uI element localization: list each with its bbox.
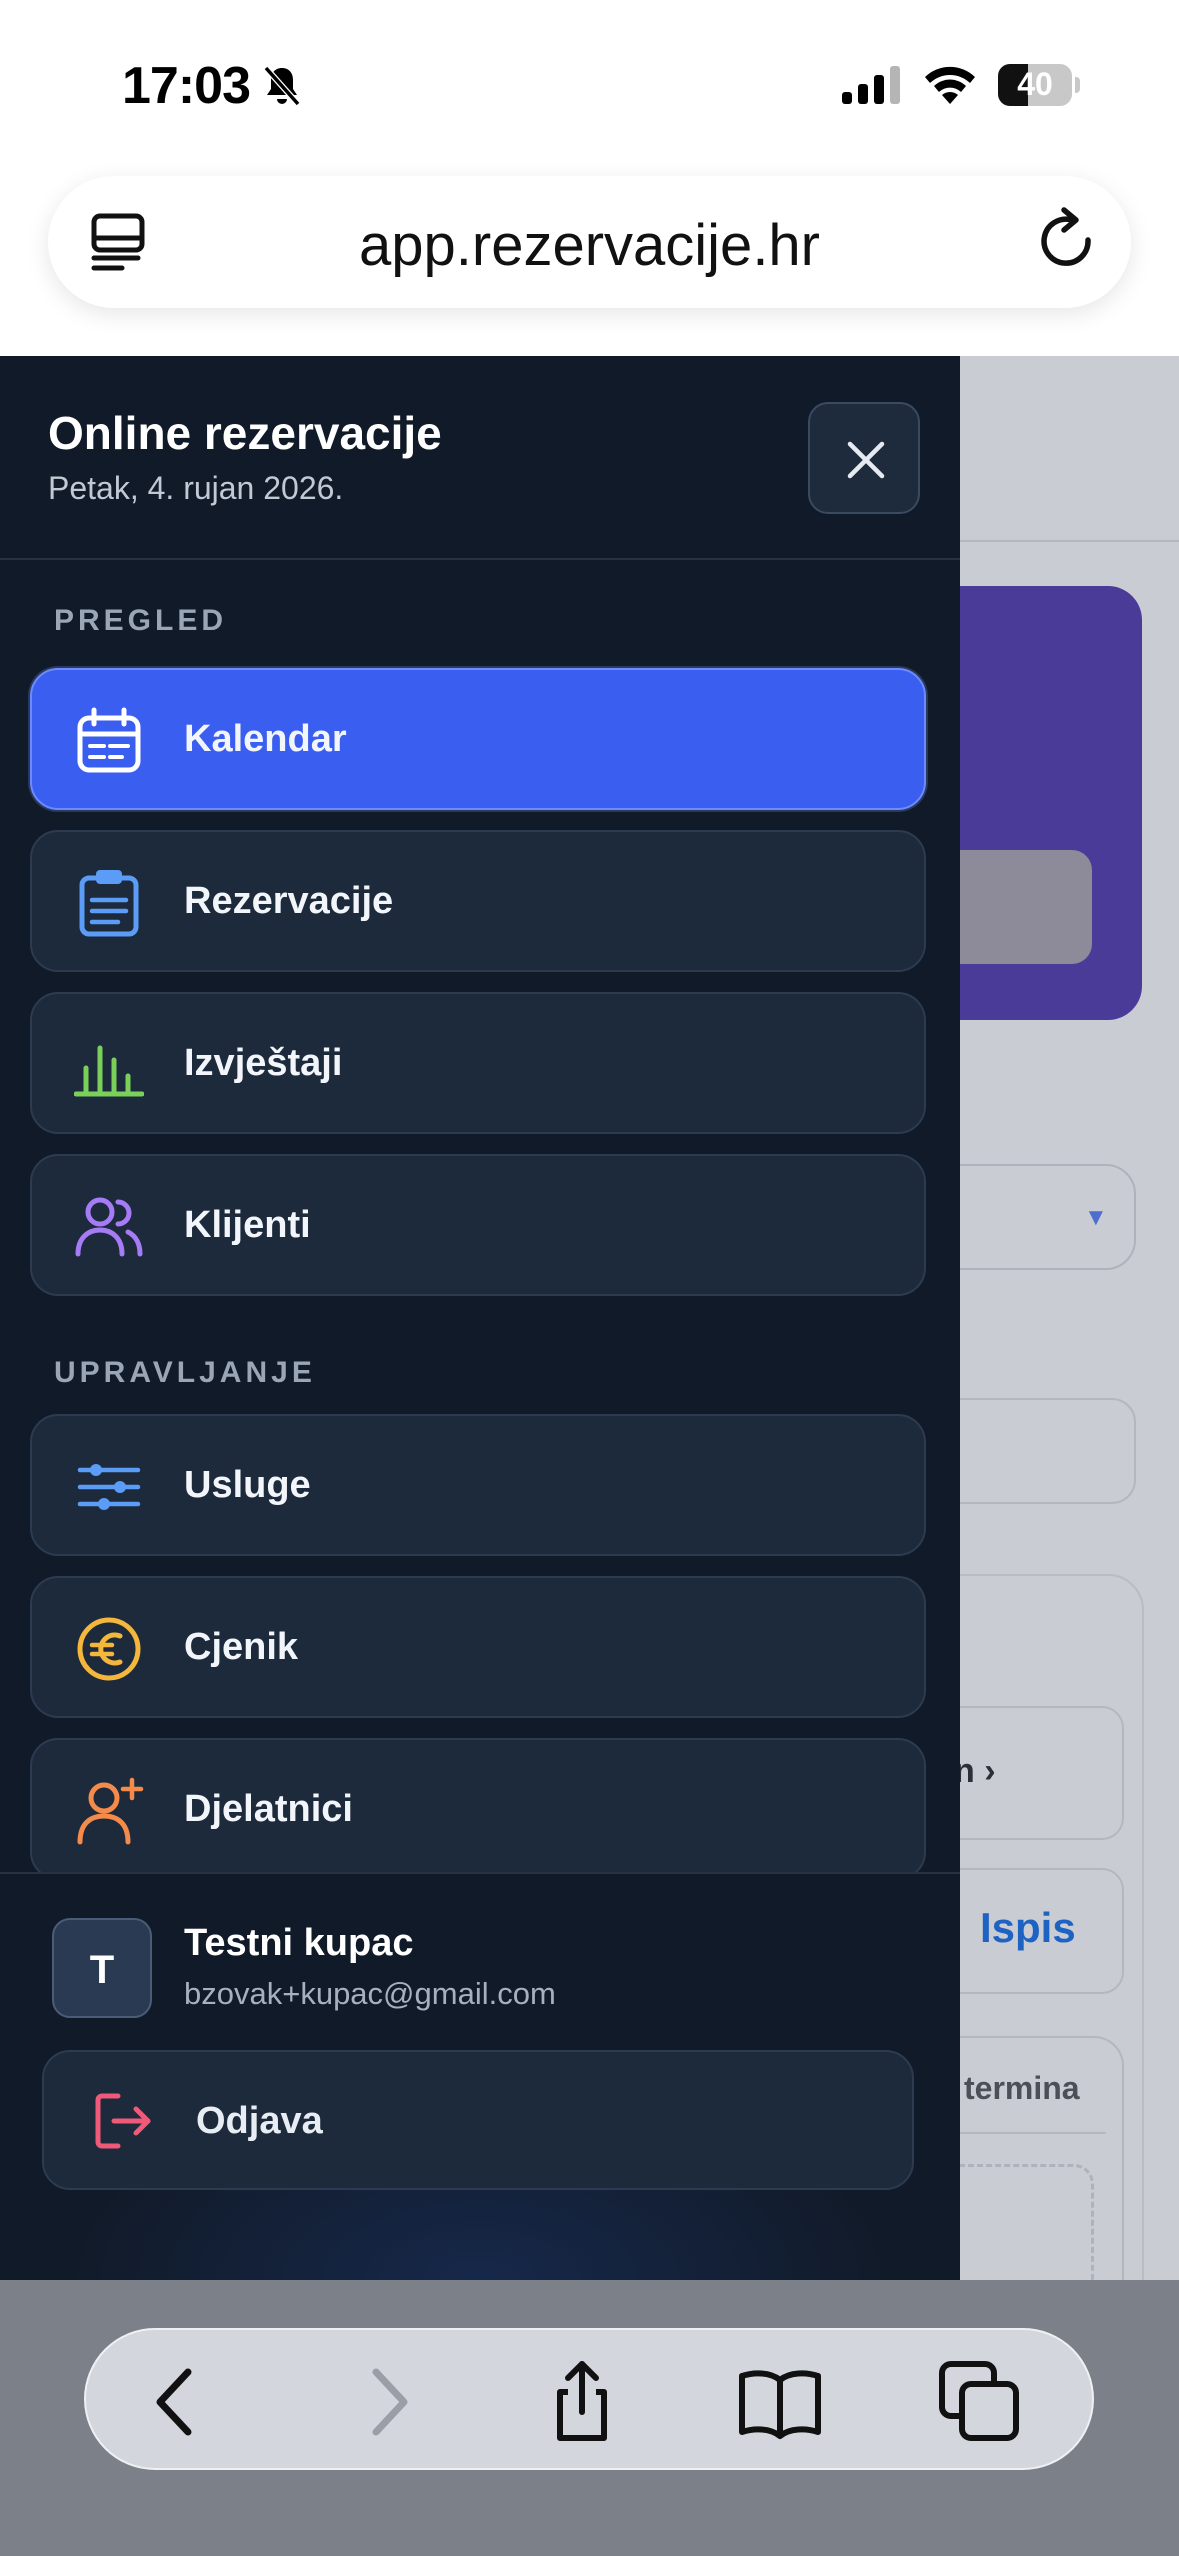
euro-icon — [77, 1617, 141, 1681]
clipboard-icon — [79, 870, 139, 937]
tabs-icon[interactable] — [938, 2360, 1022, 2444]
drawer-title: Online rezervacije — [48, 407, 442, 459]
nav-item-label: Rezervacije — [184, 880, 394, 922]
nav-item-label: Cjenik — [184, 1626, 299, 1668]
avatar-initial: T — [89, 1948, 115, 1992]
logout-label: Odjava — [196, 2100, 323, 2142]
nav-item-cjenik[interactable]: Cjenik — [30, 1576, 926, 1718]
drawer-divider — [0, 558, 960, 560]
nav-item-rezervacije[interactable]: Rezervacije — [30, 830, 926, 972]
nav-item-label: Klijenti — [184, 1204, 311, 1246]
add-user-icon — [77, 1777, 144, 1845]
url-text[interactable]: app.rezervacije.hr — [48, 212, 1131, 279]
nav-item-label: Izvještaji — [184, 1042, 343, 1084]
nav-item-djelatnici[interactable]: Djelatnici — [30, 1738, 926, 1880]
close-icon — [847, 441, 885, 479]
reload-icon[interactable] — [1034, 206, 1102, 278]
nav-item-usluge[interactable]: Usluge — [30, 1414, 926, 1556]
user-name: Testni kupac — [184, 1922, 414, 1964]
header-divider — [959, 540, 1179, 542]
drawer-date: Petak, 4. rujan 2026. — [48, 470, 344, 506]
slots-label: termina — [964, 2070, 1080, 2106]
nav-item-label: Kalendar — [184, 718, 347, 760]
users-icon — [75, 1197, 143, 1257]
calendar-icon — [77, 707, 141, 773]
wifi-icon — [925, 66, 975, 104]
browser-toolbar — [84, 2328, 1094, 2470]
status-bar: 17:03 40 — [0, 0, 1179, 170]
nav-item-label: Usluge — [184, 1464, 311, 1506]
bookmarks-icon[interactable] — [738, 2360, 822, 2444]
avatar: T — [52, 1918, 152, 2018]
battery-level: 40 — [1017, 66, 1053, 102]
logout-icon — [95, 2093, 151, 2149]
address-bar[interactable]: app.rezervacije.hr — [48, 176, 1131, 308]
status-time: 17:03 — [122, 57, 251, 115]
back-icon[interactable] — [136, 2360, 220, 2444]
nav-item-klijenti[interactable]: Klijenti — [30, 1154, 926, 1296]
forward-icon[interactable] — [344, 2360, 428, 2444]
share-icon[interactable] — [540, 2360, 624, 2444]
battery-icon: 40 — [998, 64, 1080, 106]
card-button-label: n › — [954, 1752, 996, 1790]
print-button-label: Ispis — [980, 1904, 1076, 1951]
nav-item-label: Djelatnici — [184, 1788, 353, 1830]
close-drawer-button[interactable] — [808, 402, 920, 514]
nav-item-izvjestaji[interactable]: Izvještaji — [30, 992, 926, 1134]
chevron-down-icon: ▼ — [1084, 1204, 1108, 1231]
logout-button[interactable]: Odjava — [42, 2050, 914, 2190]
section-label-upravljanje: UPRAVLJANJE — [54, 1356, 316, 1389]
nav-item-kalendar[interactable]: Kalendar — [30, 668, 926, 810]
bell-slash-icon — [263, 66, 301, 106]
section-label-pregled: PREGLED — [54, 604, 228, 637]
sliders-icon — [77, 1464, 141, 1510]
bar-chart-icon — [74, 1045, 144, 1097]
navigation-drawer: Online rezervacije Petak, 4. rujan 2026.… — [0, 356, 960, 2280]
user-email: bzovak+kupac@gmail.com — [184, 1976, 556, 2011]
cellular-signal-icon — [842, 66, 900, 104]
